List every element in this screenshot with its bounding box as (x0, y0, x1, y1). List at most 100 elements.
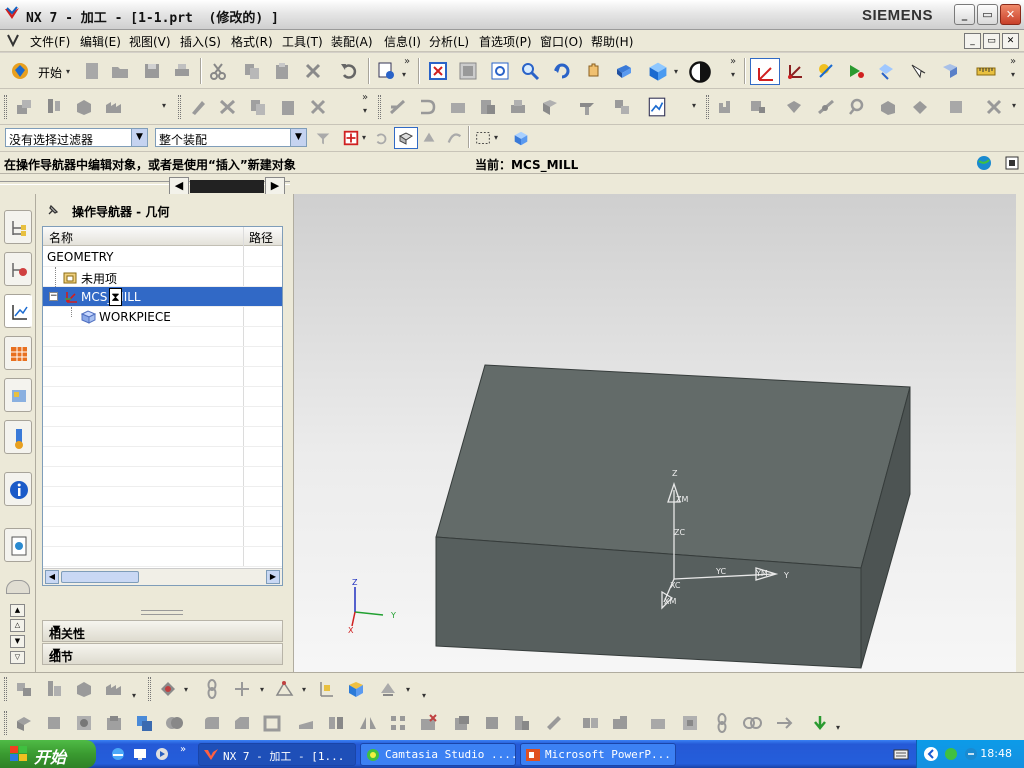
circle-icon[interactable] (846, 97, 866, 117)
save-icon[interactable] (142, 61, 162, 81)
feature-two-icon[interactable] (748, 97, 768, 117)
bottom-tool-d-icon[interactable] (104, 679, 124, 699)
menu-view[interactable]: 视图(V) (129, 33, 171, 50)
start-dropdown-icon[interactable]: ▾ (66, 67, 70, 76)
delete-icon[interactable] (303, 61, 323, 81)
desktop-quicklaunch-icon[interactable] (132, 746, 148, 762)
delete-face-icon[interactable] (418, 713, 438, 733)
globe-icon[interactable] (976, 155, 992, 171)
tab-operation-navigator[interactable] (4, 294, 32, 328)
dropdown-icon[interactable]: ▾ (402, 70, 406, 79)
paste-object-icon[interactable] (278, 97, 298, 117)
doc-close-button[interactable]: ✕ (1002, 33, 1019, 49)
insert-arrow-icon[interactable] (810, 713, 830, 733)
more-icon[interactable]: » (362, 92, 368, 103)
tab-part-families[interactable] (4, 378, 32, 412)
extract-icon[interactable] (680, 713, 700, 733)
toolbar-grip[interactable] (148, 677, 151, 701)
replace-face-icon[interactable] (512, 713, 532, 733)
shell-icon[interactable] (262, 713, 282, 733)
column-header-path[interactable]: 路径 (249, 229, 273, 246)
keyboard-tray-icon[interactable] (893, 747, 909, 761)
dropdown-icon[interactable]: ▾ (494, 133, 498, 142)
link-body-icon[interactable] (742, 713, 762, 733)
collapse-toggle[interactable]: − (49, 292, 58, 301)
task-nx7[interactable]: NX 7 - 加工 - [1... (198, 743, 356, 766)
model-view[interactable]: Z ZM ZC YC YM Y XC XM Z Y X (294, 194, 1016, 672)
menu-help[interactable]: 帮助(H) (591, 33, 633, 50)
menu-file[interactable]: 文件(F) (30, 33, 70, 50)
bottom-shape-icon[interactable] (158, 679, 178, 699)
pin-icon[interactable] (46, 203, 60, 217)
undo-icon[interactable] (339, 61, 359, 81)
column-header-name[interactable]: 名称 (49, 229, 73, 246)
tab-web-browser[interactable] (4, 528, 32, 562)
replay-path-icon[interactable] (846, 61, 866, 81)
snap-point-icon[interactable] (342, 129, 360, 147)
menu-preferences[interactable]: 首选项(P) (479, 33, 532, 50)
menu-window[interactable]: 窗口(O) (540, 33, 583, 50)
open-folder-icon[interactable] (110, 61, 130, 81)
shop-doc-icon[interactable] (940, 61, 960, 81)
bottom-tool-b-icon[interactable] (44, 679, 64, 699)
select-face-button[interactable] (394, 127, 418, 149)
scroll-right-button[interactable]: ▶ (265, 177, 285, 195)
solid-body-select-icon[interactable] (512, 129, 530, 147)
curve-select-icon[interactable] (446, 129, 464, 147)
dropdown-icon[interactable]: ▾ (1011, 70, 1015, 79)
toolbar-grip[interactable] (4, 677, 7, 701)
unite-icon[interactable] (164, 713, 184, 733)
rectangle-select-icon[interactable] (474, 129, 492, 147)
sew-icon[interactable] (580, 713, 600, 733)
dropdown-icon[interactable]: ▾ (302, 685, 306, 694)
revolve-icon[interactable] (44, 713, 64, 733)
sketch-icon[interactable] (378, 679, 398, 699)
shape-icon[interactable] (784, 97, 804, 117)
cut-icon[interactable] (208, 61, 228, 81)
solid-two-icon[interactable] (910, 97, 930, 117)
quicklaunch-more-icon[interactable]: » (180, 744, 186, 755)
chain-link-icon[interactable] (202, 679, 222, 699)
tab-machine-tool-navigator[interactable] (4, 336, 32, 370)
rail-scroll-top-button[interactable]: ▲ (10, 604, 25, 617)
dropdown-icon[interactable]: ▾ (836, 723, 840, 732)
datum-axis-icon[interactable] (316, 679, 336, 699)
wave-geometry-icon[interactable] (774, 713, 794, 733)
task-camtasia[interactable]: Camtasia Studio .... (360, 743, 516, 766)
rail-scroll-up-button[interactable]: △ (10, 619, 25, 632)
op-path-icon[interactable] (418, 97, 438, 117)
doc-minimize-button[interactable]: _ (964, 33, 981, 49)
tab-assembly-navigator[interactable] (4, 210, 32, 244)
selection-scope-select[interactable]: 整个装配 ▼ (155, 128, 307, 147)
zoom-area-icon[interactable] (490, 61, 510, 81)
zoom-icon[interactable] (520, 61, 540, 81)
pan-icon[interactable] (584, 61, 604, 81)
rail-scroll-down-button[interactable]: ▼ (10, 635, 25, 648)
fullscreen-icon[interactable] (1004, 155, 1020, 171)
point-plus-icon[interactable] (232, 679, 252, 699)
dropdown-icon[interactable]: ▾ (184, 685, 188, 694)
tree-row-workpiece[interactable]: WORKPIECE (43, 307, 282, 327)
mirror-icon[interactable] (358, 713, 378, 733)
chevron-down-icon[interactable]: ▼ (49, 624, 64, 638)
dropdown-icon[interactable]: ▾ (422, 691, 426, 700)
toolbar-grip[interactable] (378, 95, 381, 119)
op-info-icon[interactable] (508, 97, 528, 117)
menu-tools[interactable]: 工具(T) (282, 33, 323, 50)
dropdown-icon[interactable]: ▾ (162, 101, 166, 110)
block-top-face[interactable] (435, 364, 911, 569)
resize-face-icon[interactable] (544, 713, 564, 733)
split-body-icon[interactable] (326, 713, 346, 733)
windows-start-button[interactable]: 开始 (0, 740, 96, 768)
dropdown-icon[interactable]: ▾ (260, 685, 264, 694)
cut-object-icon[interactable] (218, 97, 238, 117)
menu-edit[interactable]: 编辑(E) (80, 33, 121, 50)
pocket-icon[interactable] (104, 713, 124, 733)
create-geometry-icon[interactable] (74, 97, 94, 117)
ie-quicklaunch-icon[interactable] (110, 746, 126, 762)
tree-row-unused[interactable]: 未用项 (43, 267, 282, 287)
panel-resize-grip[interactable] (141, 610, 183, 615)
bottom-tool-c-icon[interactable] (74, 679, 94, 699)
toolbar-grip[interactable] (4, 95, 7, 119)
menu-analysis[interactable]: 分析(L) (429, 33, 469, 50)
